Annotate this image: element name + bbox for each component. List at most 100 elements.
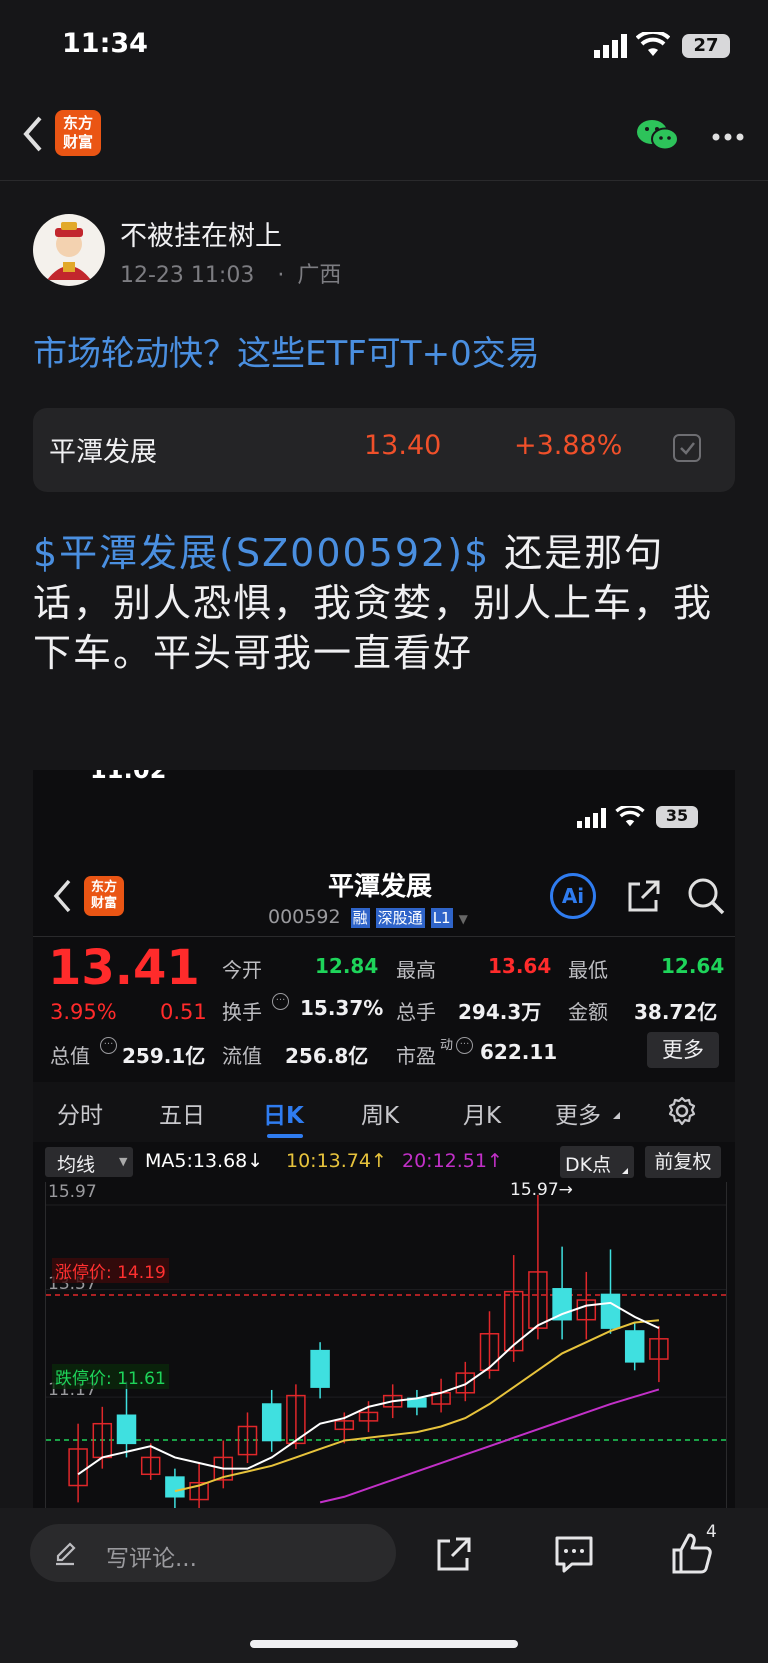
shot-signal-icon (577, 808, 607, 832)
post-meta: 12-23 11:03 · 广西 (120, 257, 341, 289)
info-icon: ··· (456, 1037, 473, 1054)
watchlist-checkbox[interactable] (673, 434, 701, 462)
quote-low: 12.64 (661, 954, 725, 978)
post-region: 广西 (297, 263, 342, 288)
back-button[interactable] (18, 114, 48, 154)
stock-card-name: 平潭发展 (49, 437, 157, 468)
quote-turnover-label: 换手 (222, 1000, 262, 1024)
share-icon (437, 1537, 471, 1571)
quote-pe-sup: 动 (440, 1038, 454, 1053)
candle-down (261, 1403, 282, 1442)
quote-amount-label: 金额 (568, 1000, 608, 1024)
logo-line1: 东方 (62, 114, 93, 132)
shot-back-icon (50, 878, 74, 918)
battery-level: 27 (693, 35, 719, 56)
shot-stock-code-row: 000592 融 深股通 L1 ▼ (268, 906, 468, 928)
comment-button[interactable] (552, 1532, 596, 1576)
shot-price: 13.41 (48, 940, 200, 996)
ai-label: Ai (561, 884, 585, 908)
bottom-bar: 写评论... 4 (0, 1508, 768, 1663)
signal-icon (594, 34, 628, 58)
adjust-label: 前复权 (654, 1151, 712, 1173)
quote-low-label: 最低 (568, 958, 608, 982)
shot-change-abs: 0.51 (160, 1000, 207, 1024)
quote-amount: 38.72亿 (634, 1000, 718, 1024)
quote-float: 256.8亿 (285, 1044, 369, 1068)
stock-card[interactable]: 平潭发展 13.40 +3.88% (33, 408, 735, 492)
wechat-share-button[interactable] (636, 117, 680, 153)
wechat-icon (637, 120, 679, 151)
quote-open-label: 今开 (222, 958, 262, 982)
check-icon (680, 442, 695, 455)
quote-high-label: 最高 (396, 958, 436, 982)
home-indicator (250, 1640, 518, 1648)
quote-float-label: 流值 (222, 1044, 262, 1068)
shot-divider (33, 936, 735, 937)
quote-turnover: 15.37% (300, 996, 384, 1020)
shot-battery-icon: 35 (656, 806, 698, 828)
max-price-marker: 15.97→ (510, 1182, 573, 1200)
pencil-icon (56, 1542, 76, 1566)
dk-label: DK点 (565, 1154, 612, 1176)
shot-stock-title: 平潭发展 (328, 872, 433, 902)
more-menu-button[interactable] (710, 128, 746, 141)
comment-input[interactable]: 写评论... (30, 1524, 396, 1582)
badge-connect: 深股通 (375, 908, 425, 928)
battery-icon: 27 (682, 34, 730, 58)
shot-stock-code: 000592 (268, 906, 341, 928)
post-body: $平潭发展(SZ000592)$ 还是那句话，别人恐惧，我贪婪，别人上车，我下车… (33, 528, 733, 678)
tab-intraday: 分时 (57, 1103, 103, 1129)
tab-daily-k: 日K (263, 1103, 304, 1129)
kline-chart: 15.97 13.57 11.17 15.97→ 涨停价: 14.19 跌停价:… (45, 1182, 727, 1508)
quote-high: 13.64 (488, 954, 552, 978)
quote-open: 12.84 (315, 954, 379, 978)
shot-logo-line1: 东方 (90, 880, 117, 895)
shot-search-icon (686, 876, 726, 920)
stock-link[interactable]: $平潭发展(SZ000592)$ (33, 531, 490, 575)
adjust-button: 前复权 (645, 1146, 721, 1178)
settings-gear-icon (668, 1096, 696, 1126)
quote-volume-label: 总手 (396, 1000, 436, 1024)
info-icon: ··· (272, 993, 289, 1010)
shot-share-icon (624, 876, 664, 920)
quote-mcap-label: 总值 (50, 1044, 90, 1068)
quote-pe-label: 市盈 (396, 1044, 436, 1068)
dk-corner-icon (622, 1168, 628, 1174)
tab-five-day: 五日 (159, 1103, 205, 1129)
tab-active-underline (267, 1134, 303, 1138)
axis-label-top: 15.97 (48, 1182, 97, 1202)
shot-app-logo: 东方 财富 (84, 876, 124, 916)
shot-wifi-icon (615, 804, 645, 832)
stock-card-change: +3.88% (514, 430, 623, 461)
author-avatar[interactable] (33, 214, 105, 286)
badge-margin: 融 (350, 908, 370, 928)
limit-up-label: 涨停价: 14.19 (52, 1258, 169, 1283)
ma5-value: MA5:13.68↓ (145, 1150, 264, 1172)
period-tabs: 分时 五日 日K 周K 月K 更多 (33, 1082, 735, 1142)
shot-status-time: 11:02 (90, 770, 167, 784)
info-icon: ··· (100, 1037, 117, 1054)
status-time: 11:34 (62, 28, 148, 59)
chevron-left-icon (23, 116, 42, 152)
quote-more-button: 更多 (647, 1032, 719, 1068)
ma-select-label: 均线 (57, 1154, 96, 1176)
candle-down (310, 1349, 330, 1388)
candle-down (165, 1476, 185, 1498)
share-button[interactable] (432, 1532, 476, 1576)
dk-button: DK点 (560, 1146, 634, 1178)
quote-volume: 294.3万 (458, 1000, 542, 1024)
shot-change-pct: 3.95% (50, 1000, 117, 1024)
quote-pe: 622.11 (480, 1040, 558, 1064)
link-title[interactable]: 市场轮动快？这些ETF可T+0交易 (33, 326, 540, 375)
ma20-value: 20:12.51↑ (402, 1150, 503, 1172)
app-logo: 东方 财富 (55, 110, 101, 156)
comment-placeholder: 写评论... (106, 1546, 197, 1572)
wifi-icon (635, 29, 671, 58)
candle-down (624, 1330, 645, 1363)
author-name[interactable]: 不被挂在树上 (120, 214, 282, 253)
tab-more: 更多 (555, 1103, 601, 1129)
quote-more-label: 更多 (662, 1038, 704, 1062)
limit-down-label: 跌停价: 11.61 (52, 1364, 169, 1389)
like-count: 4 (706, 1522, 717, 1542)
header-divider (0, 180, 768, 181)
